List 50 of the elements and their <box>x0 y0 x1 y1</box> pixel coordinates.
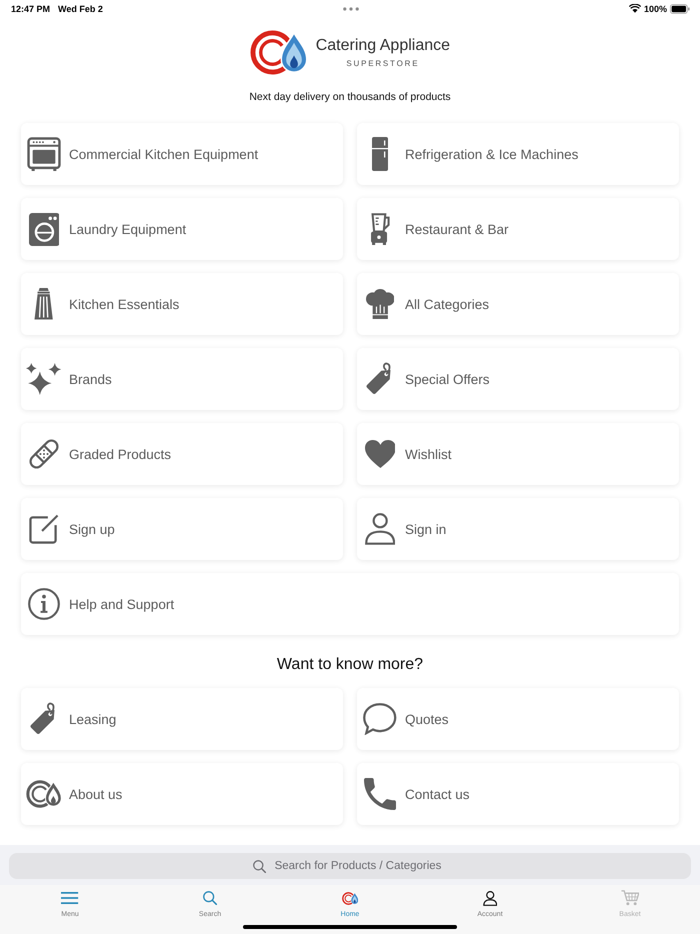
edit-icon <box>29 514 59 544</box>
wifi-icon <box>628 4 641 13</box>
tagline: Next day delivery on thousands of products <box>249 91 451 104</box>
logo-icon <box>342 892 358 904</box>
person-icon <box>364 513 396 545</box>
menu-tile[interactable]: Wishlist <box>357 423 679 485</box>
menu-tile[interactable]: Special Offers <box>357 348 679 410</box>
heart-icon <box>364 440 396 468</box>
section-heading: Want to know more? <box>276 656 424 674</box>
menu-tile[interactable]: Commercial Kitchen Equipment <box>21 123 343 185</box>
bandage-icon <box>27 437 61 471</box>
fridge-icon <box>372 137 388 171</box>
menu-tile[interactable]: About us <box>21 763 343 825</box>
logo-icon <box>250 30 308 75</box>
menu-tile[interactable]: Help and Support <box>21 573 679 635</box>
menu-tile[interactable]: Kitchen Essentials <box>21 273 343 335</box>
logo-icon <box>26 780 62 808</box>
logo-title: Catering Appliance <box>316 36 450 56</box>
sparkles-icon <box>26 363 62 395</box>
menu-tile[interactable]: Contact us <box>357 763 679 825</box>
menu-tile[interactable]: All Categories <box>357 273 679 335</box>
menu-tile[interactable]: Brands <box>21 348 343 410</box>
battery-icon <box>670 4 690 14</box>
logo-subtitle: SUPERSTORE <box>346 58 420 69</box>
menu-tile[interactable]: Graded Products <box>21 423 343 485</box>
menu-tile[interactable]: Quotes <box>357 688 679 750</box>
more-dots-icon <box>342 6 358 10</box>
blender-icon <box>370 213 390 245</box>
info-icon <box>28 588 60 620</box>
chef-hat-icon <box>366 289 394 319</box>
battery-percent: 100% <box>644 4 667 14</box>
menu-tile[interactable]: Sign up <box>21 498 343 560</box>
status-time: 12:47 PM <box>11 4 50 14</box>
person-icon <box>482 890 498 906</box>
menu-tile[interactable]: Sign in <box>357 498 679 560</box>
search-icon <box>203 891 217 905</box>
search-field[interactable]: Search for Products / Categories <box>9 853 691 879</box>
menu-icon <box>61 892 79 904</box>
oven-icon <box>27 137 61 171</box>
menu-tile[interactable]: Leasing <box>21 688 343 750</box>
status-date: Wed Feb 2 <box>58 4 103 14</box>
menu-tile[interactable]: Restaurant & Bar <box>357 198 679 260</box>
search-icon <box>253 860 266 872</box>
menu-tile[interactable]: Laundry Equipment <box>21 198 343 260</box>
phone-icon <box>364 778 396 810</box>
menu-tile[interactable]: Refrigeration & Ice Machines <box>357 123 679 185</box>
speech-bubble-icon <box>363 703 397 735</box>
washing-machine-icon <box>28 212 60 246</box>
cart-icon <box>620 890 640 906</box>
salt-shaker-icon <box>34 288 54 320</box>
